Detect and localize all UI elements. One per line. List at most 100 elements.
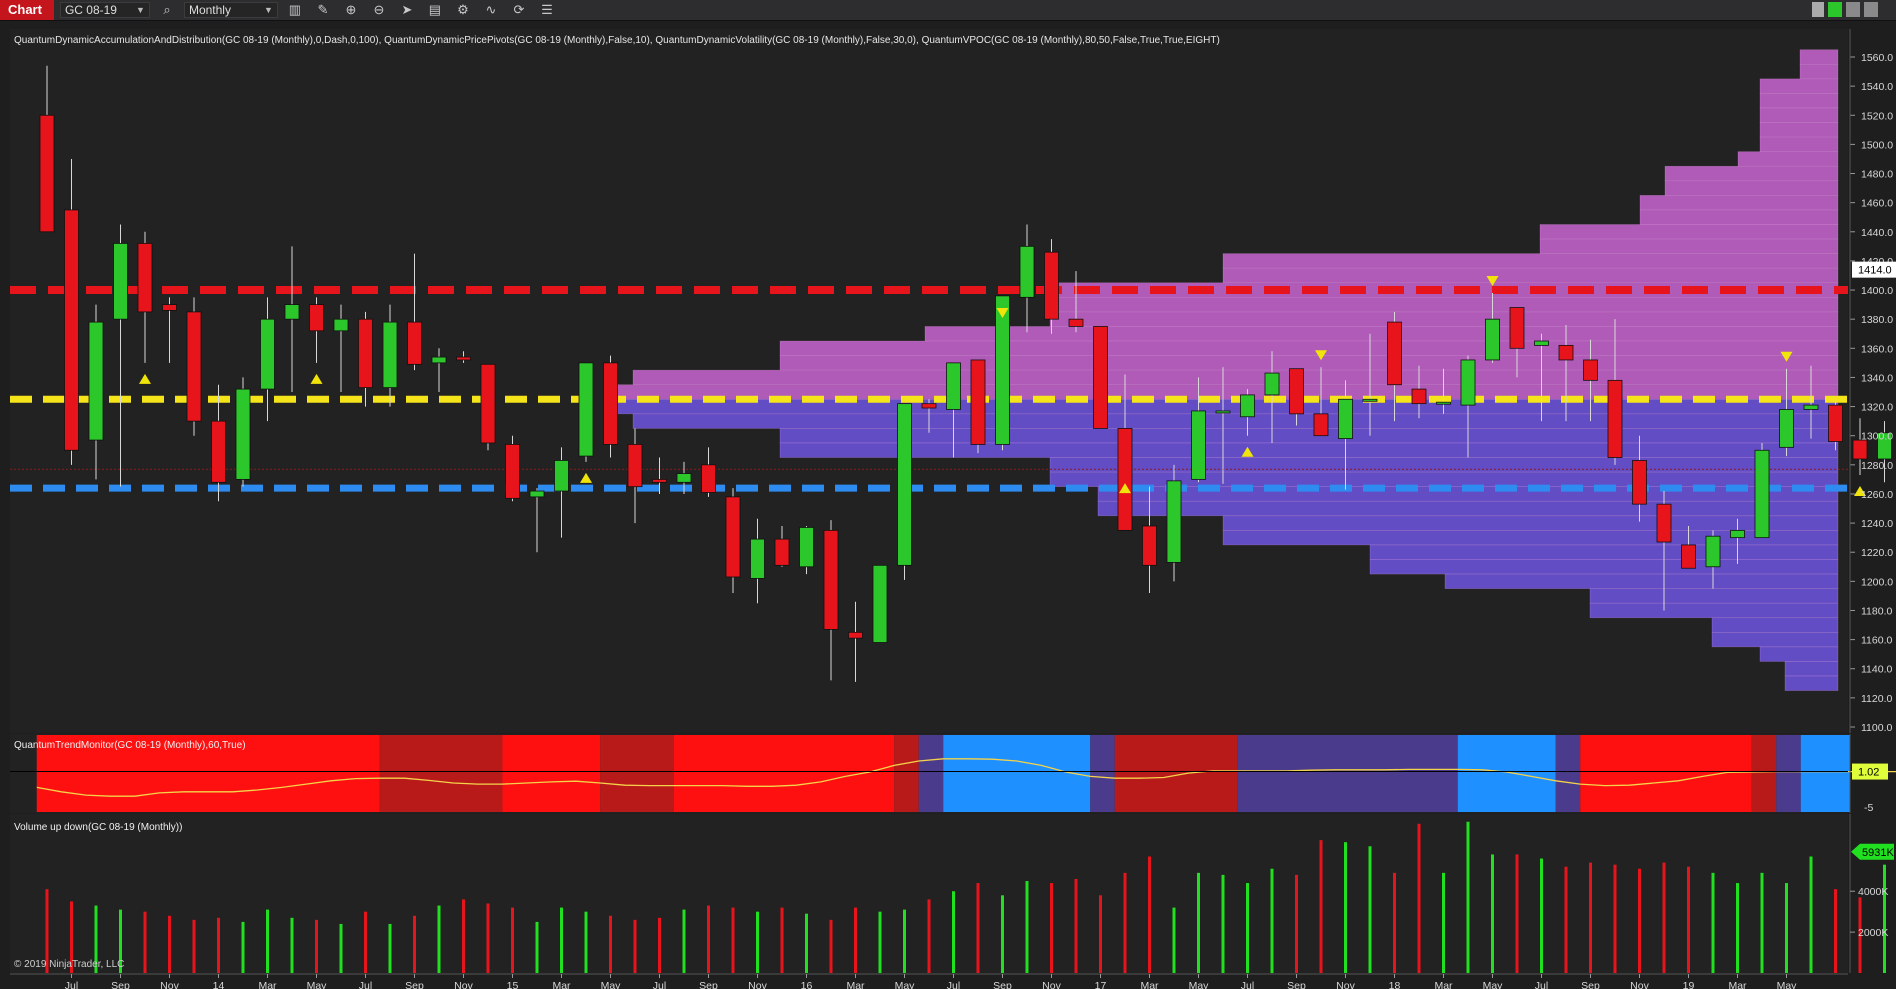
- candle-body: [750, 538, 765, 579]
- candle-body: [162, 304, 177, 311]
- candle-body: [1852, 439, 1868, 460]
- price-tick-label: 1440.0: [1861, 227, 1893, 239]
- window-close-icon[interactable]: [1864, 2, 1878, 17]
- zoom-in-icon[interactable]: ⊕: [340, 1, 362, 19]
- pointer-icon[interactable]: ➤: [396, 1, 418, 19]
- volume-profile-bar: [1369, 559, 1839, 575]
- window-tile-icon[interactable]: [1812, 2, 1824, 17]
- x-tick-label: Mar: [1140, 980, 1159, 989]
- candle-body: [627, 444, 643, 488]
- x-tick-label: Sep: [1581, 980, 1600, 989]
- candle-body: [1142, 525, 1157, 566]
- window-restore-icon[interactable]: [1828, 2, 1842, 17]
- volume-bar: [1344, 842, 1347, 973]
- volume-profile-bar: [1711, 632, 1839, 648]
- candle-body: [1803, 404, 1819, 410]
- trend-zone: [1776, 735, 1801, 812]
- volume-profile-bar: [1539, 238, 1839, 254]
- trend-zone: [1090, 735, 1115, 812]
- chart-canvas[interactable]: QuantumDynamicAccumulationAndDistributio…: [0, 21, 1896, 989]
- search-icon[interactable]: ⌕: [156, 1, 178, 19]
- x-tick-label: 15: [507, 980, 519, 989]
- trend-monitor-label: QuantumTrendMonitor(GC 08-19 (Monthly),6…: [14, 740, 246, 751]
- price-tick-label: 1380.0: [1861, 314, 1893, 326]
- candle-body: [333, 318, 349, 332]
- volume-bar: [1099, 895, 1102, 973]
- volume-bar: [1564, 866, 1568, 973]
- instrument-selector[interactable]: GC 08-19 ▼: [59, 2, 150, 18]
- volume-bar: [168, 915, 171, 973]
- candle-body: [431, 356, 447, 364]
- candle-body: [1117, 428, 1133, 531]
- volume-bar: [1270, 868, 1274, 973]
- window-maximize-icon[interactable]: [1846, 2, 1860, 17]
- refresh-icon[interactable]: ⟳: [508, 1, 530, 19]
- price-tick-label: 1300.0: [1861, 431, 1893, 443]
- candle-body: [578, 362, 594, 457]
- volume-bar: [1417, 823, 1421, 973]
- volume-bar: [1711, 872, 1715, 973]
- properties-icon[interactable]: ▤: [424, 1, 446, 19]
- volume-bar: [192, 919, 196, 973]
- volume-bar: [1221, 874, 1225, 973]
- x-tick-label: Nov: [748, 980, 767, 989]
- price-tick-label: 1260.0: [1861, 489, 1893, 501]
- candle-body: [995, 295, 1010, 445]
- volume-bar: [1025, 881, 1029, 973]
- volume-bar: [535, 921, 539, 973]
- candle-body: [774, 538, 790, 566]
- zoom-out-icon[interactable]: ⊖: [368, 1, 390, 19]
- price-tick-label: 1340.0: [1861, 372, 1893, 384]
- volume-bar: [1785, 883, 1788, 973]
- candle-body: [1730, 529, 1745, 539]
- volume-profile-bar: [1589, 588, 1839, 604]
- volume-bar: [1809, 856, 1813, 973]
- volume-bar: [584, 911, 588, 973]
- volume-bar: [1638, 868, 1641, 973]
- volume-bar: [952, 891, 955, 973]
- price-tick-label: 1500.0: [1861, 139, 1893, 151]
- data-box-icon[interactable]: ☰: [536, 1, 558, 19]
- volume-profile-bar: [1097, 500, 1839, 517]
- bar-chart-icon[interactable]: ▥: [284, 1, 306, 19]
- pencil-icon[interactable]: ✎: [312, 1, 334, 19]
- trend-zone: [600, 735, 674, 812]
- price-tick-label: 1540.0: [1861, 81, 1893, 93]
- candle-body: [1583, 359, 1598, 381]
- volume-bar: [1074, 878, 1078, 973]
- candle-body: [848, 631, 863, 639]
- x-tick-label: Sep: [993, 980, 1012, 989]
- volume-profile-bar: [1759, 93, 1839, 109]
- x-tick-label: May: [601, 980, 622, 989]
- candle-body: [1509, 307, 1525, 349]
- candle-body: [1338, 398, 1353, 440]
- volume-bar: [1736, 883, 1739, 973]
- chart-tab[interactable]: Chart: [0, 0, 54, 20]
- x-tick-label: 17: [1095, 980, 1107, 989]
- timeframe-selector[interactable]: Monthly ▼: [183, 2, 278, 18]
- volume-profile-bar: [779, 428, 1839, 444]
- volume-tick-label: 2000K: [1858, 927, 1888, 939]
- x-tick-label: Mar: [258, 980, 277, 989]
- candle-body: [407, 321, 422, 365]
- volume-profile-bar: [1759, 122, 1839, 138]
- x-tick-label: Jul: [947, 980, 960, 989]
- x-tick-label: Sep: [405, 980, 424, 989]
- volume-bar: [1491, 854, 1494, 973]
- volume-bar: [1883, 864, 1886, 973]
- strategy-icon[interactable]: ⚙: [452, 1, 474, 19]
- trend-zone: [1751, 735, 1777, 812]
- volume-bar: [1148, 856, 1151, 973]
- trend-zone: [894, 735, 919, 812]
- candle-body: [1632, 460, 1647, 505]
- trend-monitor-panel: QuantumTrendMonitor(GC 08-19 (Monthly),6…: [10, 734, 1896, 814]
- price-tick-label: 1180.0: [1861, 605, 1892, 617]
- trend-value: 1.02: [1858, 767, 1879, 779]
- price-tick-label: 1160.0: [1861, 635, 1892, 647]
- candle-body: [137, 243, 153, 313]
- trend-zone: [918, 735, 944, 812]
- candle-body: [1558, 344, 1574, 361]
- volume-bar: [633, 919, 637, 973]
- indicator-icon[interactable]: ∿: [480, 1, 502, 19]
- volume-bar: [609, 915, 612, 973]
